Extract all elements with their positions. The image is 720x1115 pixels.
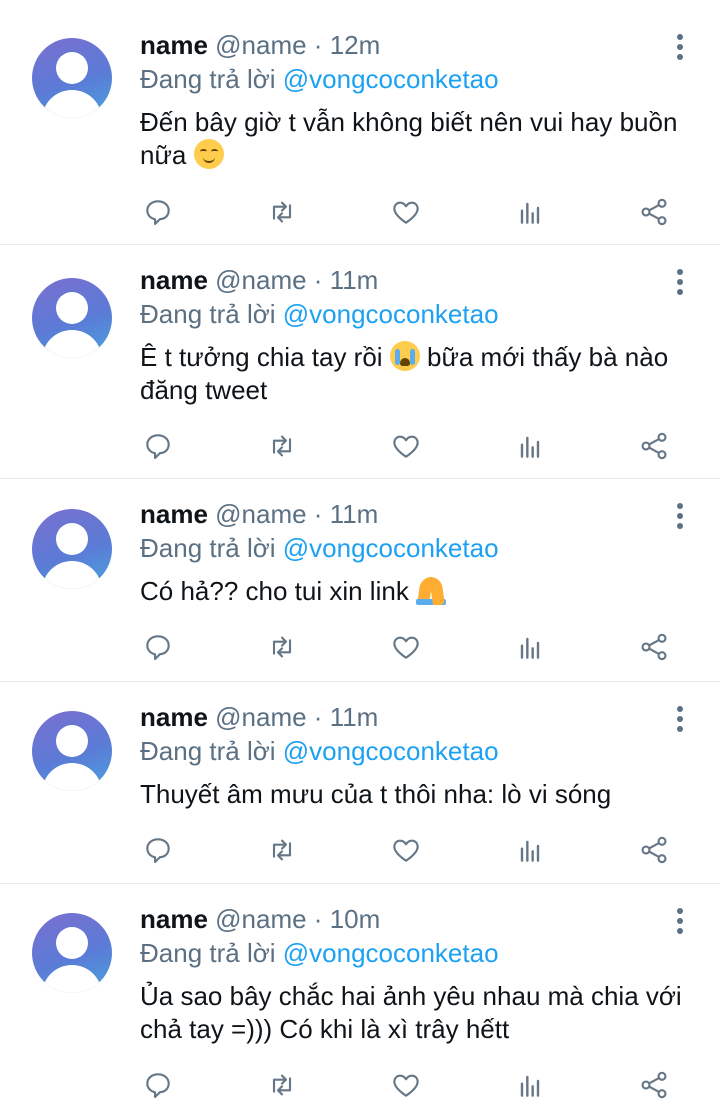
tweet-text-part: Có hả?? cho tui xin link (140, 576, 417, 606)
share-icon[interactable] (636, 629, 672, 665)
avatar[interactable] (32, 711, 112, 791)
tweet-text-part: Ê t tưởng chia tay rồi (140, 342, 390, 372)
analytics-icon[interactable] (512, 428, 548, 464)
tweet-text: Đến bây giờ t vẫn không biết nên vui hay… (140, 106, 690, 172)
share-icon[interactable] (636, 1067, 672, 1103)
reply-prefix: Đang trả lời (140, 938, 283, 968)
reply-context: Đang trả lời @vongcoconketao (140, 297, 690, 331)
tweet-text: Ủa sao bây chắc hai ảnh yêu nhau mà chia… (140, 980, 690, 1046)
reply-icon[interactable] (140, 1067, 176, 1103)
display-name[interactable]: name (140, 30, 208, 60)
retweet-icon[interactable] (264, 194, 300, 230)
tweet-actions (140, 629, 680, 665)
share-icon[interactable] (636, 832, 672, 868)
heart-icon[interactable] (388, 629, 424, 665)
more-vertical-icon[interactable] (668, 30, 692, 64)
analytics-icon[interactable] (512, 1067, 548, 1103)
handle-time: @name · 11m (215, 702, 379, 732)
avatar[interactable] (32, 913, 112, 993)
tweet-text-part: Ủa sao bây chắc hai ảnh yêu nhau mà chia… (140, 981, 682, 1044)
display-name[interactable]: name (140, 904, 208, 934)
reply-context: Đang trả lời @vongcoconketao (140, 734, 690, 768)
handle-time: @name · 11m (215, 499, 379, 529)
tweet-header: name @name · 11m (140, 700, 690, 734)
heart-icon[interactable] (388, 832, 424, 868)
reply-icon[interactable] (140, 428, 176, 464)
tweet-header: name @name · 11m (140, 497, 690, 531)
reply-prefix: Đang trả lời (140, 299, 283, 329)
display-name[interactable]: name (140, 499, 208, 529)
tweet-header: name @name · 12m (140, 28, 690, 62)
tweet-item[interactable]: name @name · 11m Đang trả lời @vongcocon… (0, 682, 720, 884)
tweet-text: Thuyết âm mưu của t thôi nha: lò vi sóng (140, 778, 690, 811)
reply-prefix: Đang trả lời (140, 64, 283, 94)
heart-icon[interactable] (388, 428, 424, 464)
folded-hands-emoji-icon (416, 575, 447, 605)
reply-feed: name @name · 12m Đang trả lời @vongcocon… (0, 0, 720, 1115)
more-vertical-icon[interactable] (668, 702, 692, 736)
tweet-text: Ê t tưởng chia tay rồi bữa mới thấy bà n… (140, 341, 690, 407)
retweet-icon[interactable] (264, 1067, 300, 1103)
smiling-emoji-icon (193, 139, 224, 169)
tweet-header: name @name · 11m (140, 263, 690, 297)
tweet-text-part: Thuyết âm mưu của t thôi nha: lò vi sóng (140, 779, 612, 809)
handle-time: @name · 10m (215, 904, 381, 934)
tweet-text: Có hả?? cho tui xin link (140, 575, 690, 608)
analytics-icon[interactable] (512, 832, 548, 868)
mention-link[interactable]: @vongcoconketao (283, 533, 499, 563)
mention-link[interactable]: @vongcoconketao (283, 64, 499, 94)
avatar[interactable] (32, 509, 112, 589)
mention-link[interactable]: @vongcoconketao (283, 299, 499, 329)
tweet-actions (140, 194, 680, 230)
mention-link[interactable]: @vongcoconketao (283, 938, 499, 968)
share-icon[interactable] (636, 194, 672, 230)
tweet-item[interactable]: name @name · 12m Đang trả lời @vongcocon… (0, 0, 720, 245)
more-vertical-icon[interactable] (668, 265, 692, 299)
avatar[interactable] (32, 278, 112, 358)
tweet-item[interactable]: name @name · 10m Đang trả lời @vongcocon… (0, 884, 720, 1115)
heart-icon[interactable] (388, 194, 424, 230)
avatar[interactable] (32, 38, 112, 118)
tweet-item[interactable]: name @name · 11m Đang trả lời @vongcocon… (0, 245, 720, 479)
analytics-icon[interactable] (512, 629, 548, 665)
tweet-item[interactable]: name @name · 11m Đang trả lời @vongcocon… (0, 479, 720, 682)
display-name[interactable]: name (140, 265, 208, 295)
analytics-icon[interactable] (512, 194, 548, 230)
crying-emoji-icon (389, 341, 420, 371)
reply-prefix: Đang trả lời (140, 736, 283, 766)
tweet-actions (140, 428, 680, 464)
more-vertical-icon[interactable] (668, 904, 692, 938)
retweet-icon[interactable] (264, 832, 300, 868)
reply-context: Đang trả lời @vongcoconketao (140, 936, 690, 970)
retweet-icon[interactable] (264, 428, 300, 464)
reply-context: Đang trả lời @vongcoconketao (140, 62, 690, 96)
retweet-icon[interactable] (264, 629, 300, 665)
mention-link[interactable]: @vongcoconketao (283, 736, 499, 766)
handle-time: @name · 12m (215, 30, 381, 60)
display-name[interactable]: name (140, 702, 208, 732)
tweet-header: name @name · 10m (140, 902, 690, 936)
reply-prefix: Đang trả lời (140, 533, 283, 563)
handle-time: @name · 11m (215, 265, 379, 295)
reply-icon[interactable] (140, 629, 176, 665)
heart-icon[interactable] (388, 1067, 424, 1103)
reply-icon[interactable] (140, 832, 176, 868)
reply-icon[interactable] (140, 194, 176, 230)
share-icon[interactable] (636, 428, 672, 464)
tweet-actions (140, 1067, 680, 1103)
more-vertical-icon[interactable] (668, 499, 692, 533)
tweet-actions (140, 832, 680, 868)
reply-context: Đang trả lời @vongcoconketao (140, 531, 690, 565)
